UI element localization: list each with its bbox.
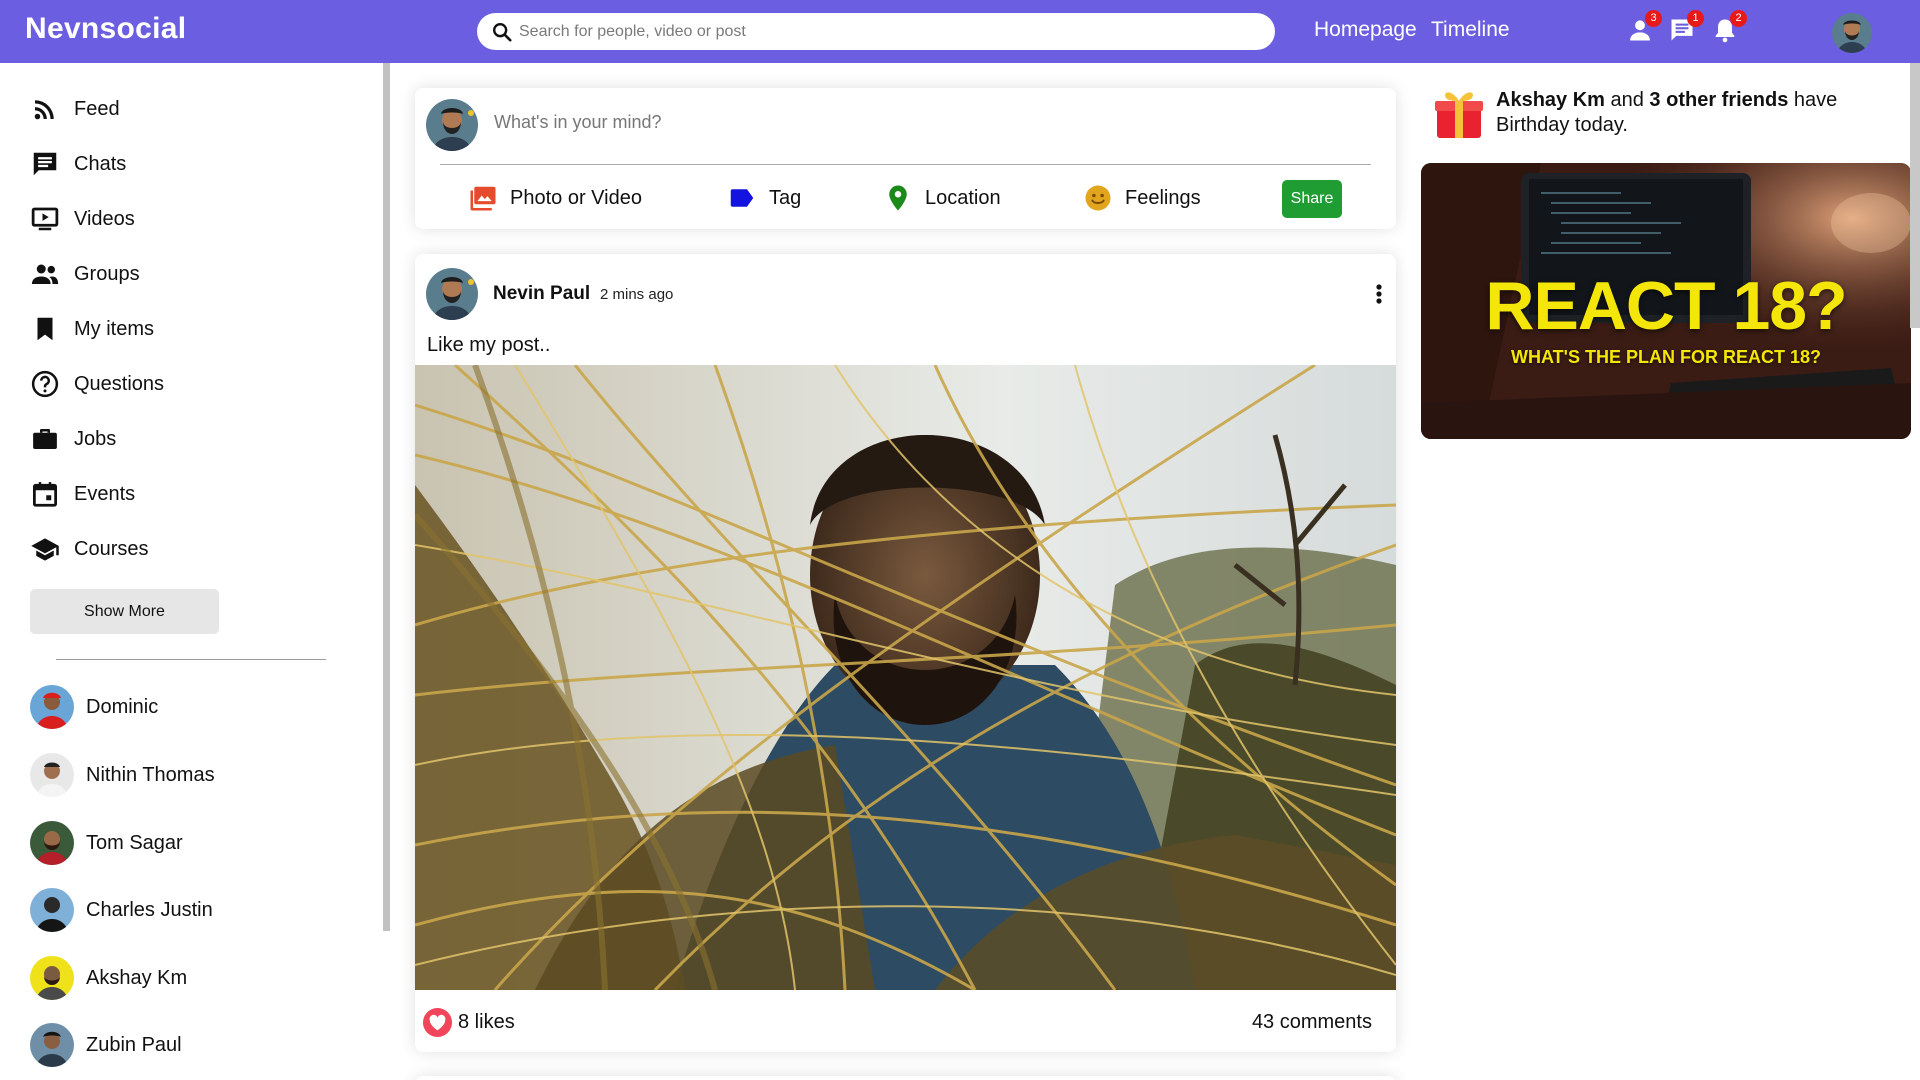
post-timestamp: 2 mins ago — [600, 286, 674, 303]
share-avatar — [426, 99, 478, 151]
next-post-card — [415, 1076, 1396, 1080]
photo-library-icon — [470, 186, 496, 211]
ad-subtitle: WHAT'S THE PLAN FOR REACT 18? — [1511, 347, 1821, 367]
option-label: Feelings — [1125, 186, 1201, 209]
post-card: Nevin Paul 2 mins ago Like my post.. 8 l… — [415, 254, 1396, 1052]
friend-name: Charles Justin — [86, 898, 213, 921]
topbar: Nevnsocial Homepage Timeline 3 1 2 — [0, 0, 1920, 63]
chat-icon — [33, 152, 57, 176]
friend-item-charles-justin[interactable]: Charles Justin — [30, 888, 213, 932]
share-box: Photo or Video Tag Location Feelings Sha… — [415, 88, 1396, 229]
share-button[interactable]: Share — [1282, 180, 1342, 218]
friend-item-zubin-paul[interactable]: Zubin Paul — [30, 1023, 182, 1067]
messages-badge: 1 — [1687, 10, 1704, 27]
rss-feed-icon — [34, 100, 54, 120]
sidebar-item-videos[interactable]: Videos — [30, 201, 135, 237]
birthday-name: Akshay Km — [1496, 89, 1605, 111]
help-icon — [31, 370, 59, 398]
birthday-others: 3 other friends — [1649, 89, 1789, 111]
friend-name: Nithin Thomas — [86, 763, 215, 786]
group-icon — [31, 264, 59, 284]
work-icon — [33, 429, 57, 449]
location-option[interactable]: Location — [883, 183, 1001, 213]
avatar — [30, 753, 74, 797]
option-label: Location — [925, 186, 1001, 209]
likes-count: 8 likes — [458, 1011, 515, 1033]
sidebar-item-label: Events — [74, 482, 136, 505]
sidebar-item-chats[interactable]: Chats — [30, 146, 126, 182]
sponsored-ad[interactable]: REACT 18? WHAT'S THE PLAN FOR REACT 18? — [1421, 163, 1911, 439]
friend-name: Zubin Paul — [86, 1033, 182, 1056]
heart-like-icon[interactable] — [422, 1007, 453, 1038]
sidebar-item-jobs[interactable]: Jobs — [30, 421, 116, 457]
avatar — [30, 1023, 74, 1067]
page-scrollbar[interactable] — [1910, 63, 1920, 328]
messages-button[interactable]: 1 — [1668, 10, 1704, 44]
birthday-connector: and — [1604, 89, 1650, 111]
friend-item-tom-sagar[interactable]: Tom Sagar — [30, 821, 183, 865]
show-more-button[interactable]: Show More — [30, 589, 219, 634]
sidebar-item-label: Chats — [74, 152, 127, 175]
emoji-icon — [1085, 185, 1111, 211]
sidebar-scrollbar[interactable] — [383, 63, 390, 931]
post-text: Like my post.. — [427, 334, 551, 356]
post-author-avatar[interactable] — [426, 268, 478, 320]
comments-count[interactable]: 43 comments — [1252, 1011, 1372, 1034]
sidebar-item-events[interactable]: Events — [30, 476, 135, 512]
video-icon — [31, 207, 59, 231]
friend-name: Dominic — [86, 695, 159, 718]
sidebar-item-my-items[interactable]: My items — [30, 311, 154, 347]
friend-name: Akshay Km — [86, 966, 188, 989]
search-icon — [493, 23, 512, 42]
post-author-name[interactable]: Nevin Paul — [493, 283, 590, 305]
school-icon — [31, 538, 59, 561]
nav-link-timeline[interactable]: Timeline — [1431, 18, 1510, 42]
profile-avatar[interactable] — [1832, 13, 1872, 53]
sidebar-item-feed[interactable]: Feed — [30, 91, 120, 127]
tag-option[interactable]: Tag — [727, 183, 801, 213]
sidebar-item-label: Groups — [74, 262, 140, 285]
sidebar-item-questions[interactable]: Questions — [30, 366, 164, 402]
friend-name: Tom Sagar — [86, 831, 183, 854]
location-pin-icon — [889, 185, 907, 211]
sidebar-item-groups[interactable]: Groups — [30, 256, 140, 292]
photo-video-option[interactable]: Photo or Video — [468, 183, 642, 213]
notifications-badge: 2 — [1730, 10, 1747, 27]
gift-icon — [1435, 92, 1483, 138]
label-icon — [730, 189, 754, 207]
ad-title: REACT 18? — [1485, 268, 1847, 344]
avatar — [30, 685, 74, 729]
sidebar-item-label: Questions — [74, 372, 165, 395]
option-label: Tag — [769, 186, 802, 209]
sidebar-item-label: My items — [74, 317, 154, 340]
nav-link-homepage[interactable]: Homepage — [1314, 18, 1417, 42]
friend-item-dominic[interactable]: Dominic — [30, 685, 158, 729]
post-input[interactable] — [494, 102, 1354, 142]
option-label: Photo or Video — [510, 186, 642, 209]
bookmark-icon — [37, 317, 53, 341]
app-logo[interactable]: Nevnsocial — [25, 12, 186, 46]
birthday-notice: Akshay Km and 3 other friends have Birth… — [1496, 88, 1906, 138]
feelings-option[interactable]: Feelings — [1083, 183, 1201, 213]
more-vert-icon[interactable] — [1372, 280, 1386, 308]
notifications-button[interactable]: 2 — [1711, 10, 1747, 44]
avatar — [30, 956, 74, 1000]
friend-requests-badge: 3 — [1645, 10, 1662, 27]
sidebar-divider — [56, 659, 326, 660]
search-bar[interactable] — [477, 13, 1275, 50]
event-icon — [33, 482, 57, 507]
avatar — [30, 821, 74, 865]
sidebar-item-label: Courses — [74, 537, 149, 560]
sidebar-item-label: Videos — [74, 207, 135, 230]
avatar — [30, 888, 74, 932]
share-divider — [440, 164, 1371, 165]
post-photo[interactable] — [415, 365, 1396, 990]
friend-item-akshay-km[interactable]: Akshay Km — [30, 956, 187, 1000]
sidebar-item-label: Feed — [74, 97, 120, 120]
friend-requests-button[interactable]: 3 — [1626, 10, 1662, 44]
sidebar-item-label: Jobs — [74, 427, 117, 450]
sidebar-item-courses[interactable]: Courses — [30, 531, 148, 567]
friend-item-nithin-thomas[interactable]: Nithin Thomas — [30, 753, 215, 797]
search-input[interactable] — [519, 13, 1259, 50]
